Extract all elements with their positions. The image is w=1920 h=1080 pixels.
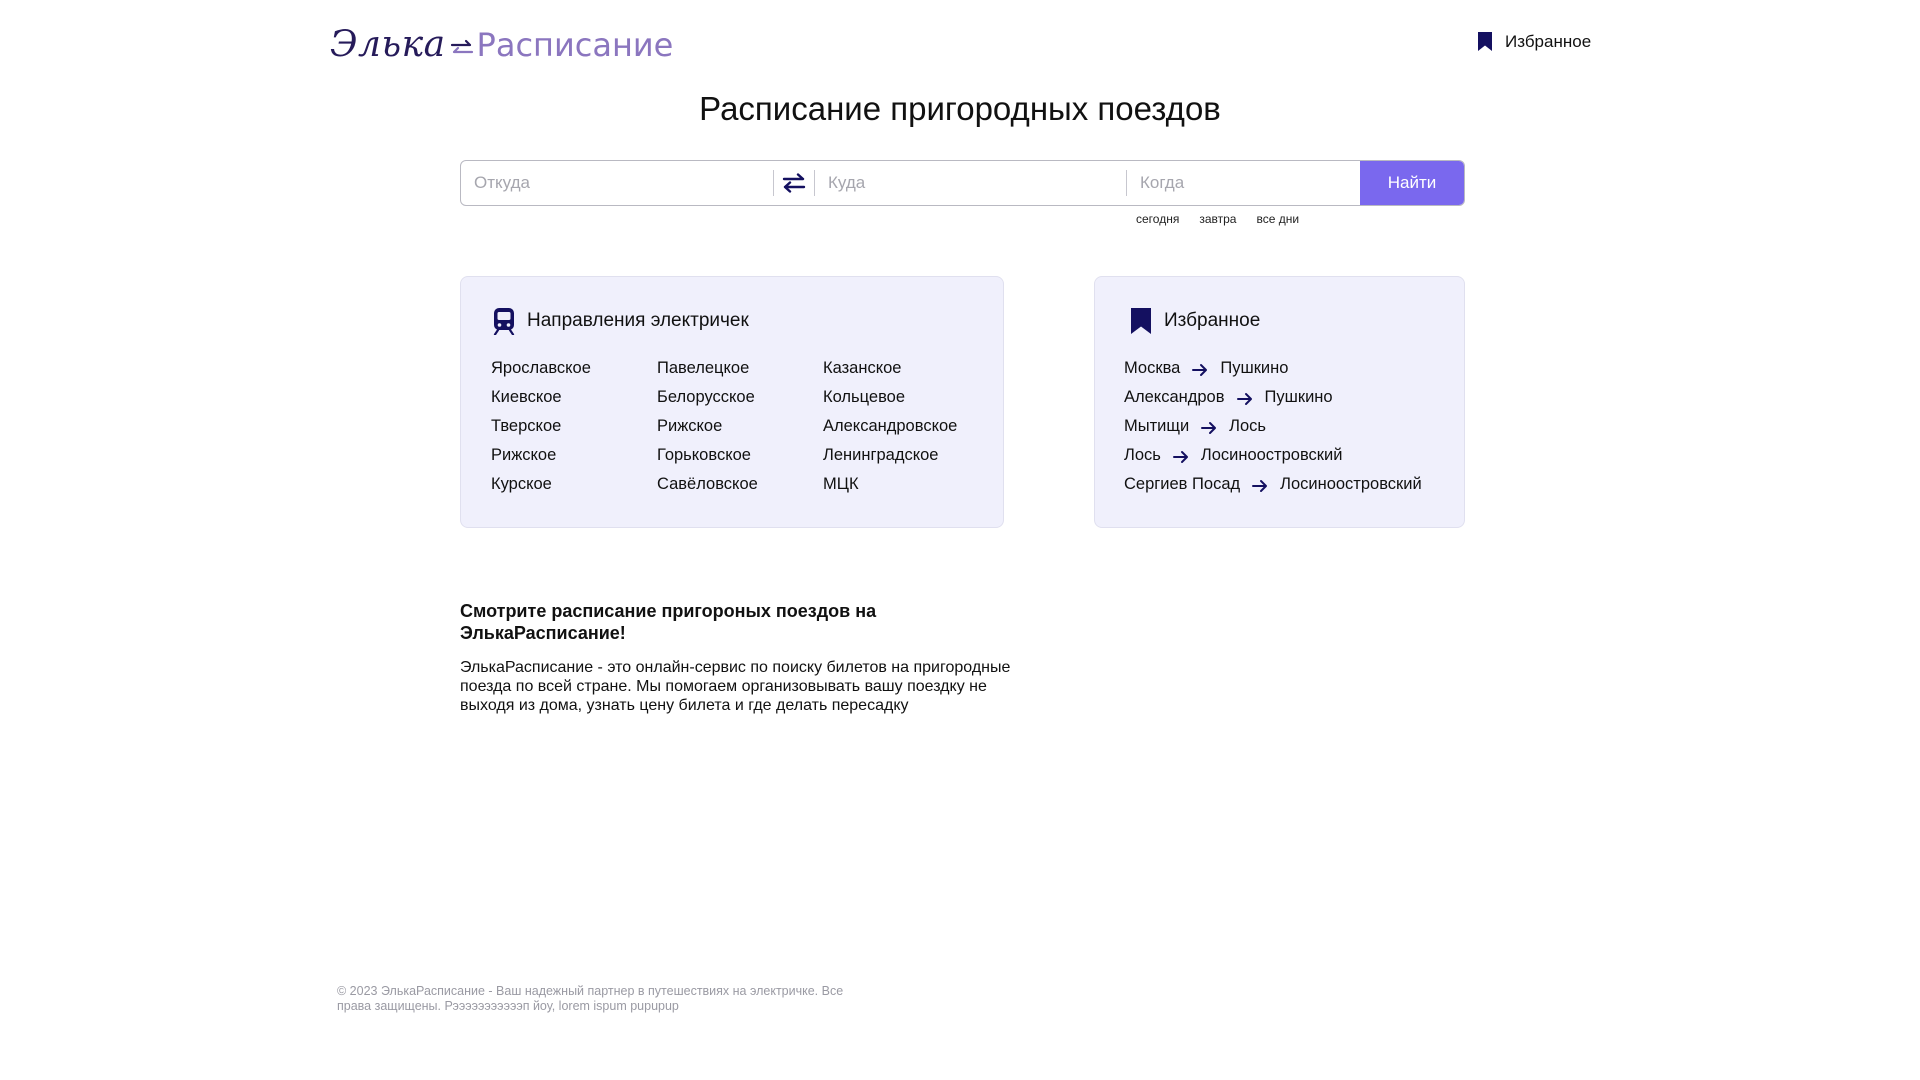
header-favorites-label: Избранное xyxy=(1505,31,1592,51)
route-from: Сергиев Посад xyxy=(1124,475,1241,493)
logo-arrows-icon xyxy=(450,39,473,54)
swap-arrows-icon xyxy=(782,173,806,193)
favorite-route[interactable]: Москва Пушкино xyxy=(1124,359,1422,388)
direction-item[interactable]: Ярославское xyxy=(491,359,657,388)
route-to: Лосиноостровский xyxy=(1280,475,1422,493)
route-from: Александров xyxy=(1124,388,1225,406)
directions-header: Направления электричек xyxy=(492,307,749,335)
direction-item[interactable]: Тверское xyxy=(491,417,657,446)
direction-item[interactable]: Белорусское xyxy=(657,388,823,417)
page-title: Расписание пригородных поездов xyxy=(699,90,1221,127)
direction-item[interactable]: Казанское xyxy=(823,359,993,388)
favorites-header: Избранное xyxy=(1129,307,1260,335)
logo-part-2: Расписание xyxy=(476,26,674,64)
favorite-route[interactable]: Александров Пушкино xyxy=(1124,388,1422,417)
directions-title: Направления электричек xyxy=(527,310,749,331)
logo-part-1: Элька xyxy=(330,24,446,65)
route-from: Лось xyxy=(1124,446,1161,464)
direction-item[interactable]: Рижское xyxy=(657,417,823,446)
favorites-title: Избранное xyxy=(1164,310,1261,331)
bookmark-icon xyxy=(1478,32,1492,51)
about-title: Смотрите расписание пригороных поездов н… xyxy=(460,601,877,643)
favorite-route[interactable]: Сергиев Посад Лосиноостровский xyxy=(1124,475,1422,504)
header: Элька Расписание Избранное xyxy=(0,0,1920,90)
direction-item[interactable]: Ленинградское xyxy=(823,446,993,475)
favorite-route[interactable]: Мытищи Лось xyxy=(1124,417,1422,446)
route-from: Москва xyxy=(1124,359,1181,377)
arrow-right-icon xyxy=(1201,422,1217,434)
direction-item[interactable]: Горьковское xyxy=(657,446,823,475)
favorites-list: Москва Пушкино Александров Пушкино Мытищ… xyxy=(1124,359,1422,504)
direction-item[interactable]: Александровское xyxy=(823,417,993,446)
favorites-card: Избранное Москва Пушкино Александров Пуш… xyxy=(1094,276,1465,528)
quick-date-options: сегодня завтра все дни xyxy=(1136,212,1319,226)
favorite-route[interactable]: Лось Лосиноостровский xyxy=(1124,446,1422,475)
quick-date-today[interactable]: сегодня xyxy=(1136,212,1179,226)
arrow-right-icon xyxy=(1172,451,1188,463)
route-to: Лось xyxy=(1229,417,1267,435)
about-text: ЭлькаРасписание - это онлайн-сервис по п… xyxy=(460,659,1011,714)
direction-item[interactable]: Кольцевое xyxy=(823,388,993,417)
search-bar: Найти xyxy=(460,160,1465,206)
direction-item[interactable]: МЦК xyxy=(823,475,993,504)
directions-list: Ярославское Павелецкое Казанское Киевско… xyxy=(491,359,993,504)
arrow-right-icon xyxy=(1236,393,1252,405)
logo[interactable]: Элька Расписание xyxy=(330,24,673,65)
arrow-right-icon xyxy=(1192,364,1208,376)
route-to: Лосиноостровский xyxy=(1200,446,1343,464)
header-favorites-link[interactable]: Избранное xyxy=(1477,31,1591,52)
direction-item[interactable]: Рижское xyxy=(491,446,657,475)
direction-item[interactable]: Курское xyxy=(491,475,657,504)
arrow-right-icon xyxy=(1252,480,1268,492)
train-icon xyxy=(493,308,515,335)
direction-item[interactable]: Киевское xyxy=(491,388,657,417)
route-to: Пушкино xyxy=(1264,388,1333,406)
date-input[interactable] xyxy=(1127,161,1360,205)
from-input[interactable] xyxy=(461,161,773,205)
quick-date-all-days[interactable]: все дни xyxy=(1256,212,1299,226)
direction-item[interactable]: Савёловское xyxy=(657,475,823,504)
to-input[interactable] xyxy=(815,161,1126,205)
search-button[interactable]: Найти xyxy=(1360,161,1464,205)
footer-copyright: © 2023 ЭлькаРасписание - Ваш надежный па… xyxy=(337,984,844,1013)
bookmark-icon xyxy=(1131,308,1151,334)
quick-date-tomorrow[interactable]: завтра xyxy=(1199,212,1236,226)
route-to: Пушкино xyxy=(1220,359,1289,377)
route-from: Мытищи xyxy=(1124,417,1190,435)
direction-item[interactable]: Павелецкое xyxy=(657,359,823,388)
directions-card: Направления электричек Ярославское Павел… xyxy=(460,276,1004,528)
swap-button[interactable] xyxy=(774,161,814,205)
